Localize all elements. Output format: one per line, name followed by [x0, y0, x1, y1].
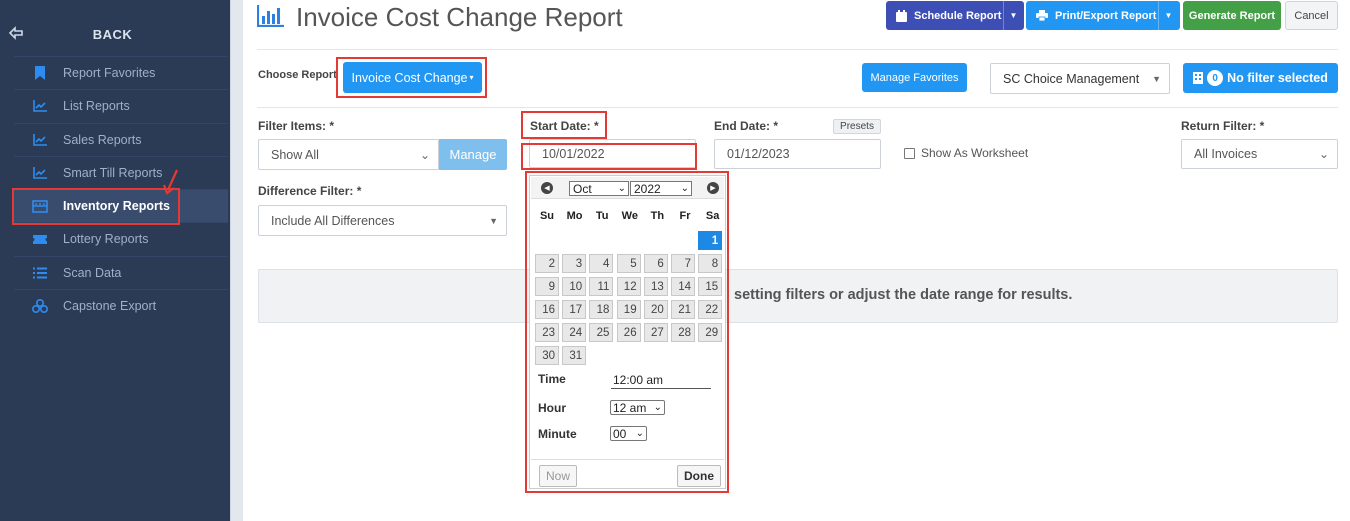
- end-date-label: End Date: *: [714, 119, 779, 133]
- worksheet-checkbox[interactable]: [904, 148, 915, 159]
- highlight-box-start-input: [521, 143, 697, 170]
- report-bar-divider: [257, 107, 1338, 108]
- cancel-label: Cancel: [1294, 9, 1329, 22]
- sidebar-item-label: List Reports: [63, 99, 130, 113]
- manage-label: Manage: [449, 147, 497, 162]
- calendar-icon: [896, 9, 907, 22]
- manage-favorites-button[interactable]: Manage Favorites: [862, 63, 967, 92]
- sidebar-item-report-favorites[interactable]: Report Favorites: [14, 56, 228, 89]
- header-divider: [257, 49, 1338, 50]
- list-icon: [32, 265, 48, 281]
- line-chart-icon: [32, 165, 48, 181]
- difference-filter-value: Include All Differences: [271, 213, 395, 228]
- print-export-label: Print/Export Report: [1055, 9, 1157, 22]
- sidebar-item-label: Sales Reports: [63, 133, 142, 147]
- sidebar-item-label: Lottery Reports: [63, 232, 149, 246]
- sidebar-item-sales-reports[interactable]: Sales Reports: [14, 123, 228, 156]
- info-message: setting filters or adjust the date range…: [734, 287, 1073, 303]
- schedule-report-label: Schedule Report: [914, 9, 1002, 22]
- annotation-arrow-icon: [162, 169, 179, 195]
- highlight-box-calendar: [525, 171, 729, 493]
- cancel-button[interactable]: Cancel: [1285, 1, 1338, 30]
- generate-report-button[interactable]: Generate Report: [1183, 1, 1281, 30]
- sidebar-item-label: Smart Till Reports: [63, 166, 163, 180]
- print-dropdown-caret-icon[interactable]: ▼: [1158, 1, 1178, 30]
- back-button[interactable]: BACK: [0, 16, 230, 52]
- printer-icon: [1036, 10, 1048, 21]
- manage-button[interactable]: Manage: [439, 139, 507, 170]
- line-chart-icon: [32, 132, 48, 148]
- page-title: Invoice Cost Change Report: [296, 2, 623, 32]
- highlight-box-report: [336, 57, 487, 98]
- return-filter-label: Return Filter: *: [1181, 119, 1265, 133]
- manage-favorites-label: Manage Favorites: [870, 71, 959, 84]
- highlight-box-inventory: [12, 188, 180, 225]
- filter-items-label: Filter Items: *: [258, 119, 335, 133]
- filter-status-button[interactable]: 0 No filter selected: [1183, 63, 1338, 93]
- ticket-icon: [32, 231, 48, 247]
- filter-items-select[interactable]: Show All ⌄: [258, 139, 439, 170]
- chevron-down-icon: ⌄: [419, 147, 430, 162]
- highlight-box-start-label: [521, 111, 607, 139]
- print-export-button[interactable]: Print/Export Report: [1026, 1, 1180, 30]
- store-select-value: SC Choice Management: [1003, 71, 1140, 86]
- sidebar-item-label: Report Favorites: [63, 66, 156, 80]
- cubes-icon: [32, 298, 48, 314]
- caret-down-icon: ▼: [1152, 73, 1161, 84]
- sidebar-divider: [230, 0, 243, 521]
- filter-items-value: Show All: [271, 147, 319, 162]
- sidebar-item-list-reports[interactable]: List Reports: [14, 89, 228, 122]
- sidebar-item-label: Scan Data: [63, 266, 122, 280]
- sidebar-item-lottery-reports[interactable]: Lottery Reports: [14, 222, 228, 255]
- difference-filter-label: Difference Filter: *: [258, 184, 362, 198]
- back-label: BACK: [92, 26, 133, 42]
- end-date-value: 01/12/2023: [727, 147, 790, 161]
- worksheet-label: Show As Worksheet: [921, 146, 1029, 160]
- store-select[interactable]: SC Choice Management ▼: [990, 63, 1170, 94]
- sidebar-item-scan-data[interactable]: Scan Data: [14, 256, 228, 289]
- generate-report-label: Generate Report: [1188, 9, 1276, 22]
- bookmark-icon: [32, 65, 48, 81]
- sidebar-item-capstone-export[interactable]: Capstone Export: [14, 289, 228, 322]
- sidebar: BACK Report Favorites List Reports Sales…: [0, 0, 230, 521]
- difference-filter-select[interactable]: Include All Differences ▼: [258, 205, 507, 236]
- choose-report-label: Choose Report: [258, 69, 337, 81]
- filter-count-badge: 0: [1207, 70, 1224, 86]
- sidebar-item-smart-till-reports[interactable]: Smart Till Reports: [14, 156, 228, 189]
- end-date-input[interactable]: 01/12/2023: [714, 139, 881, 169]
- caret-down-icon: ▼: [489, 215, 498, 226]
- building-icon: [1193, 72, 1204, 84]
- return-filter-select[interactable]: All Invoices ⌄: [1181, 139, 1338, 169]
- sidebar-item-label: Capstone Export: [63, 299, 157, 313]
- filter-status-label: No filter selected: [1227, 71, 1328, 85]
- schedule-dropdown-caret-icon[interactable]: ▼: [1003, 1, 1023, 30]
- bar-chart-icon: [257, 5, 284, 27]
- presets-button[interactable]: Presets: [833, 119, 881, 134]
- chevron-down-icon: ⌄: [1318, 147, 1329, 161]
- line-chart-icon: [32, 98, 48, 114]
- return-filter-value: All Invoices: [1194, 147, 1258, 161]
